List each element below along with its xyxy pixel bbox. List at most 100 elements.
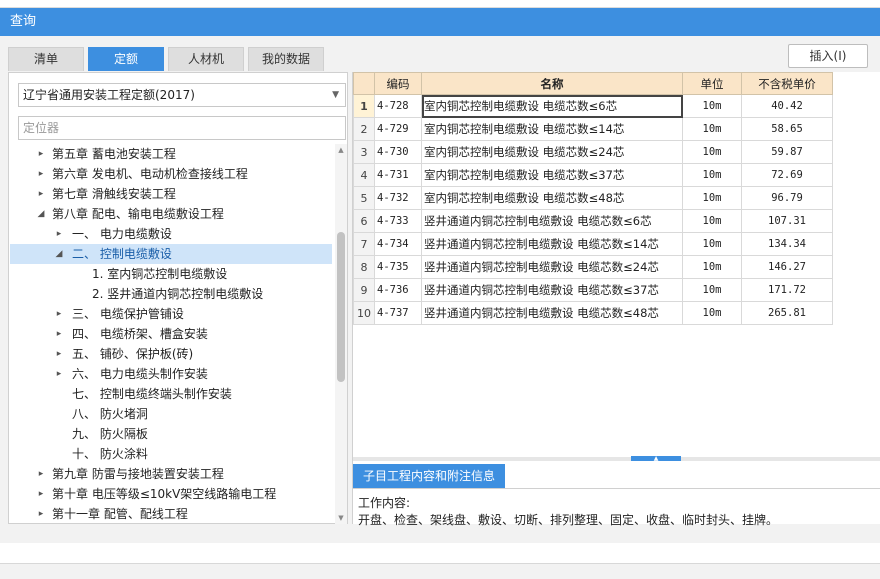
unit-cell[interactable]: 10m xyxy=(682,186,742,210)
expand-arrow-icon[interactable]: ▸ xyxy=(54,324,64,344)
row-number[interactable]: 2 xyxy=(353,117,375,141)
tree-item[interactable]: ▸ 三、 电缆保护管铺设 xyxy=(10,304,332,324)
expand-arrow-icon[interactable]: ▸ xyxy=(36,164,46,184)
panel-splitter[interactable] xyxy=(353,457,880,461)
tree-item[interactable]: ▸ 第七章 滑触线安装工程 xyxy=(10,184,332,204)
tree-item[interactable]: ◢ 二、 控制电缆敷设 xyxy=(10,244,332,264)
name-cell[interactable]: 室内铜芯控制电缆敷设 电缆芯数≤24芯 xyxy=(421,140,683,164)
unit-cell[interactable]: 10m xyxy=(682,117,742,141)
code-cell[interactable]: 4-736 xyxy=(374,278,422,302)
expand-arrow-icon[interactable]: ▸ xyxy=(54,344,64,364)
collapse-arrow-icon[interactable]: ◢ xyxy=(54,244,64,264)
table-row[interactable]: 6 4-733 竖井通道内铜芯控制电缆敷设 电缆芯数≤6芯 10m 107.31 xyxy=(353,209,833,233)
price-header[interactable]: 不含税单价 xyxy=(741,72,833,95)
code-cell[interactable]: 4-734 xyxy=(374,232,422,256)
price-cell[interactable]: 134.34 xyxy=(741,232,833,256)
expand-arrow-icon[interactable]: ▸ xyxy=(36,484,46,504)
expand-arrow-icon[interactable]: ▸ xyxy=(36,184,46,204)
name-cell[interactable]: 竖井通道内铜芯控制电缆敷设 电缆芯数≤24芯 xyxy=(421,255,683,279)
table-row[interactable]: 3 4-730 室内铜芯控制电缆敷设 电缆芯数≤24芯 10m 59.87 xyxy=(353,140,833,164)
row-number[interactable]: 4 xyxy=(353,163,375,187)
tree-item[interactable]: ▸ 第十一章 配管、配线工程 xyxy=(10,504,332,524)
tree-item[interactable]: ▸ 第六章 发电机、电动机检查接线工程 xyxy=(10,164,332,184)
price-cell[interactable]: 58.65 xyxy=(741,117,833,141)
tree-item[interactable]: ◢ 第八章 配电、输电电缆敷设工程 xyxy=(10,204,332,224)
info-tab[interactable]: 子目工程内容和附注信息 xyxy=(353,464,505,488)
tab-bill[interactable]: 清单 xyxy=(8,47,84,71)
table-row[interactable]: 1 4-728 室内铜芯控制电缆敷设 电缆芯数≤6芯 10m 40.42 xyxy=(353,94,833,118)
name-cell[interactable]: 室内铜芯控制电缆敷设 电缆芯数≤48芯 xyxy=(421,186,683,210)
name-cell[interactable]: 竖井通道内铜芯控制电缆敷设 电缆芯数≤48芯 xyxy=(421,301,683,325)
locator-input[interactable]: 定位器 xyxy=(18,116,346,140)
insert-button[interactable]: 插入(I) xyxy=(788,44,868,68)
table-row[interactable]: 8 4-735 竖井通道内铜芯控制电缆敷设 电缆芯数≤24芯 10m 146.27 xyxy=(353,255,833,279)
tree-item[interactable]: 九、 防火隔板 xyxy=(10,424,332,444)
name-cell[interactable]: 室内铜芯控制电缆敷设 电缆芯数≤37芯 xyxy=(421,163,683,187)
quota-library-select[interactable]: 辽宁省通用安装工程定额(2017) ▼ xyxy=(18,83,346,107)
price-cell[interactable]: 146.27 xyxy=(741,255,833,279)
expand-arrow-icon[interactable]: ▸ xyxy=(54,364,64,384)
row-number[interactable]: 7 xyxy=(353,232,375,256)
tree-scrollbar[interactable]: ▲ ▼ xyxy=(335,144,347,524)
name-cell[interactable]: 室内铜芯控制电缆敷设 电缆芯数≤6芯 xyxy=(421,94,683,118)
tree-item[interactable]: 十、 防火涂料 xyxy=(10,444,332,464)
code-cell[interactable]: 4-731 xyxy=(374,163,422,187)
tab-quota[interactable]: 定额 xyxy=(88,47,164,71)
tree-item[interactable]: ▸ 第十章 电压等级≤10kV架空线路输电工程 xyxy=(10,484,332,504)
code-header[interactable]: 编码 xyxy=(374,72,422,95)
tree-item[interactable]: ▸ 第五章 蓄电池安装工程 xyxy=(10,144,332,164)
tab-labor-material-machine[interactable]: 人材机 xyxy=(168,47,244,71)
unit-cell[interactable]: 10m xyxy=(682,278,742,302)
price-cell[interactable]: 171.72 xyxy=(741,278,833,302)
tab-my-data[interactable]: 我的数据 xyxy=(248,47,324,71)
row-number[interactable]: 9 xyxy=(353,278,375,302)
table-row[interactable]: 5 4-732 室内铜芯控制电缆敷设 电缆芯数≤48芯 10m 96.79 xyxy=(353,186,833,210)
unit-header[interactable]: 单位 xyxy=(682,72,742,95)
tree-item[interactable]: ▸ 第九章 防雷与接地装置安装工程 xyxy=(10,464,332,484)
tree-item[interactable]: 2. 竖井通道内铜芯控制电缆敷设 xyxy=(10,284,332,304)
tree-item[interactable]: 八、 防火堵洞 xyxy=(10,404,332,424)
unit-cell[interactable]: 10m xyxy=(682,255,742,279)
splitter-handle-icon[interactable]: ▲ xyxy=(631,456,681,462)
name-header[interactable]: 名称 xyxy=(421,72,683,95)
price-cell[interactable]: 72.69 xyxy=(741,163,833,187)
table-row[interactable]: 9 4-736 竖井通道内铜芯控制电缆敷设 电缆芯数≤37芯 10m 171.72 xyxy=(353,278,833,302)
scroll-down-icon[interactable]: ▼ xyxy=(335,512,347,524)
unit-cell[interactable]: 10m xyxy=(682,140,742,164)
table-row[interactable]: 2 4-729 室内铜芯控制电缆敷设 电缆芯数≤14芯 10m 58.65 xyxy=(353,117,833,141)
price-cell[interactable]: 265.81 xyxy=(741,301,833,325)
name-cell[interactable]: 竖井通道内铜芯控制电缆敷设 电缆芯数≤37芯 xyxy=(421,278,683,302)
unit-cell[interactable]: 10m xyxy=(682,232,742,256)
expand-arrow-icon[interactable]: ▸ xyxy=(36,464,46,484)
scroll-up-icon[interactable]: ▲ xyxy=(335,144,347,156)
expand-arrow-icon[interactable]: ▸ xyxy=(54,224,64,244)
code-cell[interactable]: 4-729 xyxy=(374,117,422,141)
code-cell[interactable]: 4-737 xyxy=(374,301,422,325)
unit-cell[interactable]: 10m xyxy=(682,209,742,233)
chevron-down-icon[interactable]: ▼ xyxy=(332,84,339,106)
table-row[interactable]: 4 4-731 室内铜芯控制电缆敷设 电缆芯数≤37芯 10m 72.69 xyxy=(353,163,833,187)
code-cell[interactable]: 4-728 xyxy=(374,94,422,118)
expand-arrow-icon[interactable]: ▸ xyxy=(54,304,64,324)
collapse-arrow-icon[interactable]: ◢ xyxy=(36,204,46,224)
tree-item[interactable]: ▸ 四、 电缆桥架、槽盒安装 xyxy=(10,324,332,344)
expand-arrow-icon[interactable]: ▸ xyxy=(36,144,46,164)
price-cell[interactable]: 40.42 xyxy=(741,94,833,118)
code-cell[interactable]: 4-730 xyxy=(374,140,422,164)
price-cell[interactable]: 96.79 xyxy=(741,186,833,210)
name-cell[interactable]: 室内铜芯控制电缆敷设 电缆芯数≤14芯 xyxy=(421,117,683,141)
row-number[interactable]: 8 xyxy=(353,255,375,279)
code-cell[interactable]: 4-732 xyxy=(374,186,422,210)
code-cell[interactable]: 4-735 xyxy=(374,255,422,279)
price-cell[interactable]: 107.31 xyxy=(741,209,833,233)
row-number[interactable]: 3 xyxy=(353,140,375,164)
name-cell[interactable]: 竖井通道内铜芯控制电缆敷设 电缆芯数≤6芯 xyxy=(421,209,683,233)
tree-item[interactable]: ▸ 五、 铺砂、保护板(砖) xyxy=(10,344,332,364)
tree-item[interactable]: 1. 室内铜芯控制电缆敷设 xyxy=(10,264,332,284)
expand-arrow-icon[interactable]: ▸ xyxy=(36,504,46,524)
row-number[interactable]: 5 xyxy=(353,186,375,210)
row-number[interactable]: 6 xyxy=(353,209,375,233)
code-cell[interactable]: 4-733 xyxy=(374,209,422,233)
table-row[interactable]: 10 4-737 竖井通道内铜芯控制电缆敷设 电缆芯数≤48芯 10m 265.81 xyxy=(353,301,833,325)
unit-cell[interactable]: 10m xyxy=(682,94,742,118)
